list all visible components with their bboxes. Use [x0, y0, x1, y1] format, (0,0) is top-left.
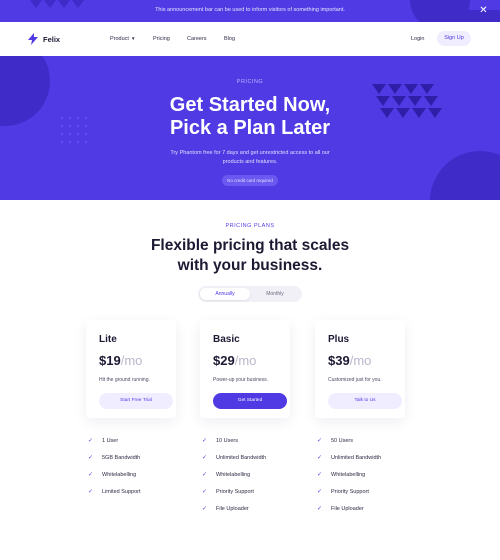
close-icon[interactable]: ✕: [478, 5, 489, 16]
check-icon: ✓: [88, 472, 94, 478]
check-icon: ✓: [317, 472, 323, 478]
talk-to-us-button[interactable]: Talk to Us: [328, 393, 402, 409]
nav-link-product-label: Product: [110, 36, 129, 42]
nav-link-product[interactable]: Product ▼: [110, 36, 150, 42]
plan-price-amount: $29: [213, 353, 235, 368]
brand-name: Felix: [43, 34, 61, 44]
check-icon: ✓: [88, 455, 94, 461]
hero-section: PRICING Get Started Now, Pick a Plan Lat…: [0, 56, 500, 200]
plan-description: Customized just for you.: [328, 377, 382, 383]
feature-item: ✓ Whitelabelling: [202, 466, 302, 483]
hero-subtitle: Try Phantom free for 7 days and get unre…: [170, 150, 330, 165]
feature-label: Limited Support: [102, 488, 141, 495]
plan-price-period: /mo: [120, 353, 143, 368]
start-free-trial-button[interactable]: Start Free Trial: [99, 393, 173, 409]
get-started-button[interactable]: Get Started: [213, 393, 287, 409]
plan-name: Lite: [99, 334, 117, 345]
plan-card-basic: Basic $29/mo Power-up your business. Get…: [200, 320, 290, 418]
feature-item: ✓ File Uploader: [317, 500, 417, 517]
plan-name: Plus: [328, 334, 350, 345]
feature-label: 10 Users: [216, 437, 239, 444]
feature-label: File Uploader: [331, 505, 364, 512]
feature-item: ✓ File Uploader: [202, 500, 302, 517]
nav-link-careers[interactable]: Careers: [187, 36, 227, 42]
plan-card-plus: Plus $39/mo Customized just for you. Tal…: [315, 320, 405, 418]
brand-logo[interactable]: Felix: [28, 33, 60, 45]
billing-toggle: Annually Monthly: [198, 286, 302, 302]
login-link[interactable]: Login: [411, 36, 424, 42]
plan-name: Basic: [213, 334, 240, 345]
plan-description: Hit the ground running.: [99, 377, 150, 383]
feature-item: ✓ 1 User: [88, 432, 188, 449]
check-icon: ✓: [317, 438, 323, 444]
plan-features-basic: ✓ 10 Users ✓ Unlimited Bandwidth ✓ Whitelab…: [202, 432, 302, 517]
plans-title-line-1: Flexible pricing that scales: [150, 237, 350, 254]
feature-item: ✓ 50 Users: [317, 432, 417, 449]
check-icon: ✓: [88, 438, 94, 444]
feature-item: ✓ Unlimited Bandwidth: [202, 449, 302, 466]
feature-item: ✓ Whitelabelling: [317, 466, 417, 483]
feature-label: Whitelabelling: [102, 471, 137, 478]
plan-price-amount: $39: [328, 353, 350, 368]
chevron-down-icon: ▼: [130, 36, 136, 41]
feature-item: ✓ Whitelabelling: [88, 466, 188, 483]
hero-title: Get Started Now, Pick a Plan Later: [0, 94, 500, 140]
plan-features-plus: ✓ 50 Users ✓ Unlimited Bandwidth ✓ Whitelab…: [317, 432, 417, 517]
plan-price: $29/mo: [213, 353, 256, 368]
check-icon: ✓: [202, 489, 208, 495]
plan-price-period: /mo: [349, 353, 372, 368]
check-icon: ✓: [317, 489, 323, 495]
plan-features-lite: ✓ 1 User ✓ 5GB Bandwidth ✓ Whitelabelling ✓…: [88, 432, 188, 500]
plans-title-line-2: with your business.: [177, 257, 323, 274]
plan-card-lite: Lite $19/mo Hit the ground running. Star…: [86, 320, 176, 418]
hero-title-line-2: Pick a Plan Later: [169, 117, 331, 139]
feature-item: ✓ 10 Users: [202, 432, 302, 449]
plan-description: Power-up your business.: [213, 377, 269, 383]
feature-label: Whitelabelling: [331, 471, 366, 478]
plans-eyebrow: PRICING PLANS: [225, 223, 275, 229]
toggle-annually[interactable]: Annually: [200, 288, 250, 300]
signup-button[interactable]: Sign Up: [437, 31, 471, 46]
circle-decoration: [430, 151, 500, 200]
feature-label: Unlimited Bandwidth: [331, 454, 382, 461]
feature-item: ✓ Priority Support: [202, 483, 302, 500]
feature-label: Priority Support: [216, 488, 254, 495]
hero-eyebrow: PRICING: [236, 79, 264, 85]
feature-item: ✓ 5GB Bandwidth: [88, 449, 188, 466]
feature-label: 50 Users: [331, 437, 354, 444]
feature-label: 1 User: [102, 437, 119, 444]
toggle-monthly[interactable]: Monthly: [250, 288, 300, 300]
feature-label: Whitelabelling: [216, 471, 251, 478]
check-icon: ✓: [317, 506, 323, 512]
feature-label: Unlimited Bandwidth: [216, 454, 267, 461]
top-nav: Felix Product ▼ Pricing Careers Blog Logi…: [0, 22, 500, 56]
check-icon: ✓: [202, 438, 208, 444]
feature-item: ✓ Unlimited Bandwidth: [317, 449, 417, 466]
check-icon: ✓: [202, 472, 208, 478]
plan-price: $39/mo: [328, 353, 371, 368]
feature-label: 5GB Bandwidth: [102, 454, 141, 461]
plans-title: Flexible pricing that scales with your b…: [0, 236, 500, 276]
check-icon: ✓: [202, 455, 208, 461]
check-icon: ✓: [317, 455, 323, 461]
bolt-icon: [28, 33, 38, 45]
nav-link-blog[interactable]: Blog: [224, 36, 264, 42]
check-icon: ✓: [202, 506, 208, 512]
feature-label: File Uploader: [216, 505, 249, 512]
plan-price-amount: $19: [99, 353, 121, 368]
plan-price-period: /mo: [234, 353, 257, 368]
hero-title-line-1: Get Started Now,: [169, 94, 331, 116]
feature-item: ✓ Priority Support: [317, 483, 417, 500]
check-icon: ✓: [88, 489, 94, 495]
announcement-text: This announcement bar can be used to inf…: [155, 7, 345, 13]
announcement-bar: This announcement bar can be used to inf…: [0, 0, 500, 22]
feature-item: ✓ Limited Support: [88, 483, 188, 500]
plan-price: $19/mo: [99, 353, 142, 368]
no-credit-card-badge: No credit card required: [222, 175, 278, 186]
feature-label: Priority Support: [331, 488, 369, 495]
